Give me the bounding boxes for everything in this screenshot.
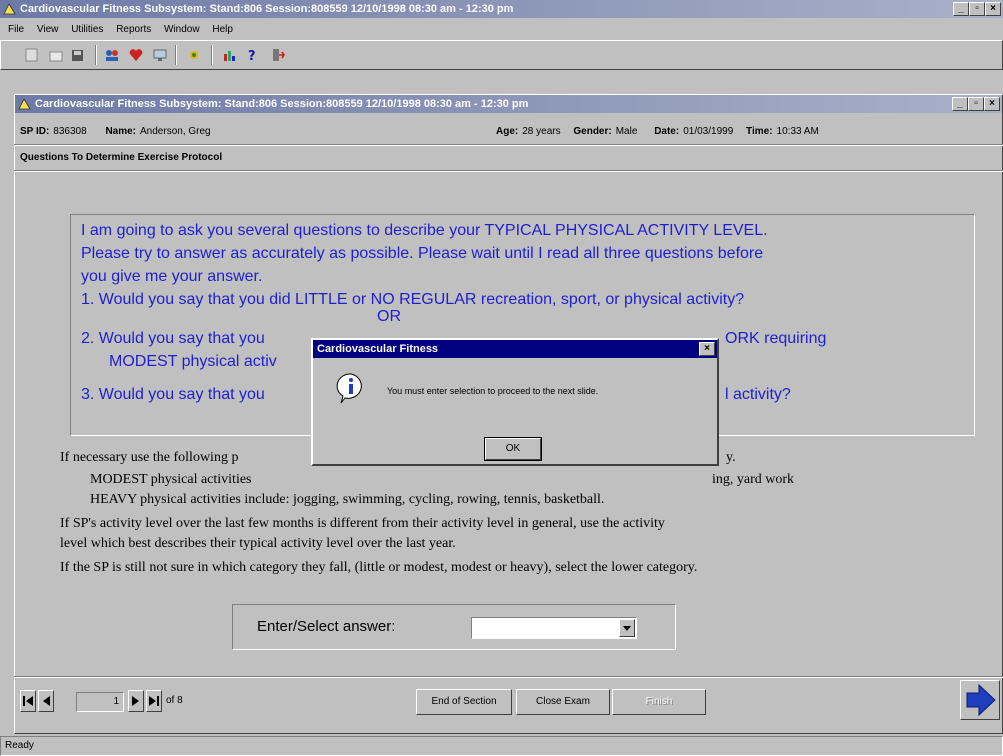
instructions: If necessary use the following p y. MODE… [60, 448, 980, 578]
info-icon [336, 373, 362, 404]
intro-line-2: Please try to answer as accurately as po… [81, 245, 764, 262]
child-title-bar: Cardiovascular Fitness Subsystem: Stand:… [15, 95, 1002, 113]
dialog-message: You must enter selection to proceed to t… [387, 386, 599, 396]
age-label: Age: [496, 126, 519, 137]
prev-page-button[interactable] [38, 690, 54, 712]
time-label: Time: [746, 126, 773, 137]
child-close-button[interactable]: × [984, 97, 1000, 111]
question-1: 1. Would you say that you did LITTLE or … [81, 291, 745, 308]
status-text: Ready [5, 740, 34, 751]
or-separator: OR [377, 308, 401, 325]
alert-dialog: Cardiovascular Fitness × You must enter … [311, 338, 719, 466]
minimize-button[interactable]: _ [953, 2, 969, 16]
question-3-start: 3. Would you say that you [81, 386, 265, 403]
name-value: Anderson, Greg [140, 126, 211, 137]
heavy-activities: HEAVY physical activities include: joggi… [90, 492, 605, 507]
last-page-button[interactable] [146, 690, 162, 712]
dialog-close-button[interactable]: × [699, 342, 715, 356]
open-icon[interactable] [45, 45, 67, 65]
help-icon[interactable]: ? [241, 45, 263, 65]
exit-icon[interactable] [267, 45, 289, 65]
dialog-title-bar: Cardiovascular Fitness × [313, 340, 717, 358]
modest-activities: MODEST physical activities [90, 472, 252, 487]
app-logo-icon [3, 3, 16, 15]
child-logo-icon [18, 98, 31, 110]
page-number: 1 [113, 696, 119, 707]
instructions-para-3: If the SP is still not sure in which cat… [60, 560, 698, 575]
next-slide-button[interactable] [960, 680, 1000, 720]
instructions-line-1: If necessary use the following p [60, 450, 239, 465]
app-title: Cardiovascular Fitness Subsystem: Stand:… [20, 3, 514, 15]
question-2-start: 2. Would you say that you [81, 330, 265, 347]
gender-value: Male [615, 126, 638, 137]
menu-view[interactable]: View [37, 24, 59, 35]
answer-panel: Enter/Select answer: [232, 604, 676, 650]
sp-id-value: 836308 [53, 126, 87, 137]
next-page-button[interactable] [128, 690, 144, 712]
menu-bar: File View Utilities Reports Window Help [8, 22, 243, 38]
end-of-section-button[interactable]: End of Section [416, 689, 512, 715]
svg-text:?: ? [248, 49, 256, 62]
question-2-end: ORK requiring [725, 330, 827, 347]
modest-activities-end: ing, yard work [712, 472, 795, 487]
date-value: 01/03/1999 [683, 126, 734, 137]
page-number-field[interactable]: 1 [76, 692, 124, 712]
dialog-title: Cardiovascular Fitness [317, 343, 439, 355]
menu-reports[interactable]: Reports [116, 24, 151, 35]
date-label: Date: [654, 126, 680, 137]
ok-button[interactable]: OK [484, 437, 542, 461]
users-icon[interactable] [101, 45, 123, 65]
sp-id-label: SP ID: [20, 126, 50, 137]
intro-line-3: you give me your answer. [81, 268, 263, 285]
instructions-para-2b: level which best describes their typical… [60, 536, 456, 551]
app-title-bar: Cardiovascular Fitness Subsystem: Stand:… [0, 0, 1003, 18]
sp-info-left: SP ID: 836308 Name: Anderson, Greg [20, 126, 211, 137]
instructions-line-1-end: y. [726, 450, 736, 465]
finish-button[interactable]: Finish [612, 689, 706, 715]
first-page-button[interactable] [20, 690, 36, 712]
instructions-para-2a: If SP's activity level over the last few… [60, 516, 665, 531]
child-title: Cardiovascular Fitness Subsystem: Stand:… [35, 98, 529, 110]
menu-window[interactable]: Window [164, 24, 200, 35]
gender-label: Gender: [573, 126, 612, 137]
status-bar: Ready [0, 736, 1003, 756]
maximize-button[interactable]: ▫ [969, 2, 985, 16]
answer-label: Enter/Select answer: [257, 618, 396, 635]
close-button[interactable]: × [985, 2, 1001, 16]
chart-icon[interactable] [219, 45, 241, 65]
save-icon[interactable] [67, 45, 89, 65]
section-title: Questions To Determine Exercise Protocol [20, 152, 223, 163]
child-maximize-button[interactable]: ▫ [968, 97, 984, 111]
sp-info-right: Age: 28 years Gender: Male Date: 01/03/1999… [496, 126, 819, 137]
new-icon[interactable] [21, 45, 43, 65]
intro-line-1: I am going to ask you several questions … [81, 222, 768, 239]
menu-help[interactable]: Help [212, 24, 233, 35]
child-minimize-button[interactable]: _ [952, 97, 968, 111]
age-value: 28 years [522, 126, 561, 137]
heart-icon[interactable] [125, 45, 147, 65]
sun-icon[interactable] [183, 45, 205, 65]
dropdown-arrow-icon[interactable] [619, 619, 635, 637]
menu-file[interactable]: File [8, 24, 24, 35]
page-count: of 8 [166, 695, 183, 706]
answer-select[interactable] [471, 617, 637, 639]
monitor-icon[interactable] [149, 45, 171, 65]
close-exam-button[interactable]: Close Exam [516, 689, 610, 715]
menu-utilities[interactable]: Utilities [71, 24, 103, 35]
toolbar: ? [0, 40, 1003, 70]
next-arrow-icon [966, 683, 996, 717]
question-3-end: l activity? [725, 386, 791, 403]
name-label: Name: [105, 126, 137, 137]
time-value: 10:33 AM [776, 126, 819, 137]
